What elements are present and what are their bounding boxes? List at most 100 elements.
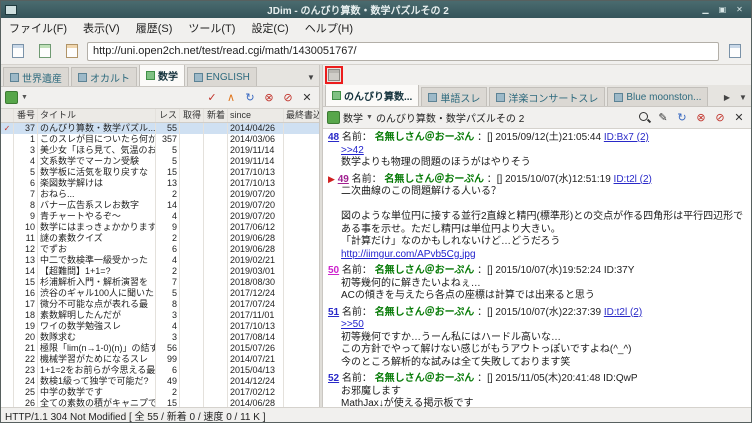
thread-list-row[interactable]: 12 でずお 6 2019/06/28	[1, 244, 319, 255]
search-icon[interactable]	[636, 110, 652, 126]
menu-item[interactable]: 表示(V)	[75, 17, 128, 39]
row-res-count: 4	[156, 211, 180, 222]
thread-list-row[interactable]: 18 素数解明したんだが 3 2017/11/01	[1, 310, 319, 321]
post-number[interactable]: 48	[328, 132, 339, 143]
post-number[interactable]: 51	[328, 307, 339, 318]
thread-list-row[interactable]: 4 文系数学でマーカン受験 5 2019/11/14	[1, 156, 319, 167]
post-anchor-link[interactable]: >>42	[328, 145, 746, 158]
thread-menu-icon[interactable]	[327, 111, 340, 124]
thread-tab[interactable]: 単語スレ	[421, 87, 488, 106]
scroll-top-icon[interactable]: ∧	[223, 90, 239, 106]
thread-list-row[interactable]: 1 このスレが目についたら何か 357 2014/03/06	[1, 134, 319, 145]
board-tab-list-button[interactable]: ▼	[303, 68, 319, 86]
close-thread-icon[interactable]: ✕	[731, 110, 747, 126]
tab-scroll-right-button[interactable]: ▶	[719, 88, 735, 106]
write-post-icon[interactable]: ✎	[655, 110, 671, 126]
board-tab[interactable]: 数学	[139, 65, 185, 86]
thread-list-row[interactable]: 10 数学にはまっきょかかります 9 2017/06/12	[1, 222, 319, 233]
thread-tab[interactable]: のんびり算数...	[325, 85, 420, 106]
post-author[interactable]: 名無しさん＠おーぷん	[375, 307, 475, 318]
menu-item[interactable]: ヘルプ(H)	[297, 17, 361, 39]
thread-list-row[interactable]: 5 数学板に活気を取り戻すな 15 2017/10/13	[1, 167, 319, 178]
column-last-write[interactable]: 最終書込	[284, 109, 319, 122]
open-url-button[interactable]	[723, 41, 746, 62]
stop-thread-icon[interactable]: ⊘	[712, 110, 728, 126]
post-id[interactable]: ID:t2l (2)	[604, 307, 642, 318]
thread-list-row[interactable]: 7 おねら... 2 2019/07/20	[1, 189, 319, 200]
thread-list-row[interactable]: 17 微分不可能な点が表れる最 8 2017/07/24	[1, 299, 319, 310]
url-input[interactable]	[87, 41, 719, 61]
column-new[interactable]: 新着	[204, 109, 228, 122]
post-author[interactable]: 名無しさん＠おーぷん	[375, 265, 475, 276]
titlebar[interactable]: JDim - のんびり算数・数学パズルその 2 ▁ ▣ ✕	[1, 1, 751, 18]
post-anchor-link[interactable]: >>50	[328, 319, 746, 332]
thread-list-row[interactable]: 24 数検1級って独学で可能だ? 49 2014/12/24	[1, 376, 319, 387]
post-id[interactable]: ID:QwP	[603, 373, 637, 384]
maximize-button[interactable]: ▣	[715, 3, 730, 16]
post-id[interactable]: ID:t2l (2)	[614, 174, 652, 185]
thread-list-row[interactable]: 21 極限「lim(n→1-0)(n)」の結ず 56 2015/07/26	[1, 343, 319, 354]
post-name-label: 名前：	[341, 132, 372, 143]
post-header: 48 名前： 名無しさん＠おーぷん ：[] 2015/09/12(土)21:05…	[328, 131, 746, 145]
check-update-icon[interactable]: ✓	[204, 90, 220, 106]
thread-list-row[interactable]: 25 中学の数学です 2 2017/02/12	[1, 387, 319, 398]
thread-tab-list-button[interactable]: ▼	[735, 88, 751, 106]
row-number: 12	[14, 244, 38, 255]
post-id[interactable]: ID:37Y	[604, 265, 635, 276]
menu-item[interactable]: 設定(C)	[243, 17, 296, 39]
column-acquired[interactable]: 取得	[180, 109, 204, 122]
delete-log-icon[interactable]: ⊗	[261, 90, 277, 106]
post-number[interactable]: 50	[328, 265, 339, 276]
post-number[interactable]: 52	[328, 373, 339, 384]
column-number[interactable]: 番号	[14, 109, 38, 122]
thread-list-row[interactable]: 26 全ての素数の積がキャニプで... 15 2014/06/28	[1, 398, 319, 407]
thread-list-row[interactable]: 15 杉浦解析入門・解析演習を 7 2018/08/30	[1, 277, 319, 288]
thread-list-row[interactable]: 14 【超難問】1+1=? 2 2019/03/01	[1, 266, 319, 277]
board-tab[interactable]: オカルト	[71, 67, 137, 86]
board-menu-dropdown-icon[interactable]: ▼	[21, 94, 28, 101]
favorites-button[interactable]	[33, 41, 56, 62]
board-dropdown-icon[interactable]: ▼	[366, 114, 373, 121]
close-window-button[interactable]: ✕	[732, 3, 747, 16]
post-author[interactable]: 名無しさん＠おーぷん	[384, 174, 484, 185]
thread-list-row[interactable]: 20 数隊求む 3 2017/08/14	[1, 332, 319, 343]
thread-tab[interactable]: Blue moonston...	[607, 87, 709, 106]
thread-list-row[interactable]: 3 美少女「ほら見て、気温のお」 5 2019/11/14	[1, 145, 319, 156]
thread-list-row[interactable]: 23 1+1=2をお前らが今思える最も 6 2015/04/13	[1, 365, 319, 376]
thread-list-row[interactable]: 22 機械学習がためになるスレ 99 2014/07/21	[1, 354, 319, 365]
board-menu-icon[interactable]	[5, 91, 18, 104]
thread-list-row[interactable]: 19 ワイの数学勉強スレ 4 2017/10/13	[1, 321, 319, 332]
stop-load-icon[interactable]: ⊘	[280, 90, 296, 106]
thread-view-button[interactable]	[60, 41, 83, 62]
column-title[interactable]: タイトル	[38, 109, 156, 122]
post-author[interactable]: 名無しさん＠おーぷん	[375, 132, 475, 143]
reload-list-icon[interactable]: ↻	[242, 90, 258, 106]
thread-list-row[interactable]: 8 バナー広告系スレお数字 14 2019/07/20	[1, 200, 319, 211]
reload-thread-icon[interactable]: ↻	[674, 110, 690, 126]
board-tab[interactable]: 世界遺産	[3, 67, 69, 86]
thread-tab[interactable]: 洋楽コンサートスレ	[489, 87, 606, 106]
thread-list-row[interactable]: 9 青チャートやるぞ〜 4 2019/07/20	[1, 211, 319, 222]
post-link[interactable]: http://iimgur.com/APvb5Cg.jpg	[328, 249, 746, 262]
post-id[interactable]: ID:Bx7 (2)	[604, 132, 649, 143]
minimize-button[interactable]: ▁	[698, 3, 713, 16]
board-list-button[interactable]	[6, 41, 29, 62]
sidebar-toggle-icon[interactable]	[328, 69, 340, 81]
menu-item[interactable]: ツール(T)	[180, 17, 243, 39]
delete-thread-icon[interactable]: ⊗	[693, 110, 709, 126]
close-tab-icon[interactable]: ✕	[299, 90, 315, 106]
column-since[interactable]: since	[228, 109, 284, 122]
thread-list-row[interactable]: 16 渋谷のギャル100人に聞いた 5 2017/12/24	[1, 288, 319, 299]
thread-list-row[interactable]: 6 楽図数学解けは 13 2017/10/13	[1, 178, 319, 189]
menu-item[interactable]: ファイル(F)	[1, 17, 75, 39]
post-author[interactable]: 名無しさん＠おーぷん	[375, 373, 475, 384]
thread-list-row[interactable]: ✓ 37 のんびり算数・数学パズル... 55 2014/04/26	[1, 123, 319, 134]
row-last-write	[284, 200, 319, 211]
column-res[interactable]: レス	[156, 109, 180, 122]
post-number[interactable]: 49	[338, 174, 349, 185]
menu-item[interactable]: 履歴(S)	[128, 17, 181, 39]
thread-list-row[interactable]: 13 中二で数検準一級受かった 4 2019/02/21	[1, 255, 319, 266]
thread-list-row[interactable]: 11 謎の素数クイズ 2 2019/06/28	[1, 233, 319, 244]
board-tab[interactable]: ENGLISH	[187, 67, 257, 86]
board-label[interactable]: 数学	[343, 110, 363, 125]
